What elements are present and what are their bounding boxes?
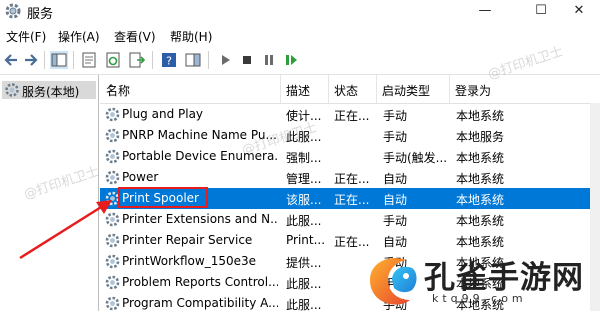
cell-name: Printer Repair Service xyxy=(122,233,253,247)
service-gear-icon xyxy=(105,296,120,311)
menu-help[interactable]: 帮助(H) xyxy=(170,28,212,45)
cell-name: Plug and Play xyxy=(122,107,204,121)
service-row[interactable]: Printer Extensions and N... 此服... 手动 本地系统 xyxy=(100,209,600,230)
cell-description: 管理... xyxy=(286,172,322,186)
service-gear-icon xyxy=(105,275,120,290)
cell-logon-as: 本地系统 xyxy=(456,109,505,123)
cell-startup-type: 自动 xyxy=(383,193,408,207)
cell-logon-as: 本地系统 xyxy=(456,214,505,228)
cell-logon-as: 本地系统 xyxy=(456,172,505,186)
svg-text:?: ? xyxy=(166,55,172,68)
cell-startup-type: 自动 xyxy=(383,172,408,186)
cell-startup-type: 手动 xyxy=(383,214,408,228)
pause-service-icon[interactable] xyxy=(260,51,278,69)
service-row[interactable]: Plug and Play 使计... 正在... 手动 本地系统 xyxy=(100,104,600,125)
toolbar-separator xyxy=(208,51,209,69)
cell-status: 正在... xyxy=(334,193,370,207)
column-header-startup-type[interactable]: 启动类型 xyxy=(376,75,450,103)
peacock-logo-icon xyxy=(370,258,417,305)
cell-description: 此服... xyxy=(286,298,322,312)
service-row[interactable]: Power 管理... 正在... 自动 本地系统 xyxy=(100,167,600,188)
column-header-status[interactable]: 状态 xyxy=(328,75,377,103)
cell-description: 该服... xyxy=(286,193,322,207)
cell-logon-as: 本地服务 xyxy=(456,130,505,144)
brand-name: 孔雀手游网 xyxy=(424,260,584,296)
cell-startup-type: 手动 xyxy=(383,130,408,144)
cell-logon-as: 本地系统 xyxy=(456,193,505,207)
cell-name: Program Compatibility A... xyxy=(122,296,278,310)
action-pane-icon[interactable] xyxy=(184,51,202,69)
help-icon[interactable]: ? xyxy=(160,51,178,69)
column-header-description[interactable]: 描述 xyxy=(280,75,329,103)
service-row[interactable]: PNRP Machine Name Pu... 此服... 手动 本地服务 xyxy=(100,125,600,146)
cell-description: Print... xyxy=(286,233,326,247)
cell-name: PrintWorkflow_150e3e xyxy=(122,254,257,268)
highlight-box xyxy=(118,187,208,208)
brand-url: ktq99.com xyxy=(432,292,527,305)
stop-service-icon[interactable] xyxy=(238,51,256,69)
cell-description: 提供... xyxy=(286,256,322,270)
minimize-button[interactable]: — xyxy=(462,0,508,24)
toolbar-separator xyxy=(152,51,153,69)
column-header-logon-as[interactable]: 登录为 xyxy=(449,75,511,103)
cell-status: 正在... xyxy=(334,172,370,186)
cell-name: Problem Reports Control... xyxy=(122,275,278,289)
cell-logon-as: 本地系统 xyxy=(456,151,505,165)
resume-service-icon[interactable] xyxy=(282,51,300,69)
start-service-icon[interactable] xyxy=(216,51,234,69)
cell-startup-type: 手动(触发... xyxy=(383,151,447,165)
cell-status: 正在... xyxy=(334,109,370,123)
annotation-arrow-icon xyxy=(19,200,112,260)
cell-description: 此服... xyxy=(286,214,322,228)
cell-name: Power xyxy=(122,170,159,184)
column-header-row: ⌃ 名称 描述 状态 启动类型 登录为 xyxy=(100,75,600,104)
brand-watermark: 孔雀手游网 ktq99.com xyxy=(352,248,600,311)
cell-name: Printer Extensions and N... xyxy=(122,212,278,226)
cell-startup-type: 手动 xyxy=(383,109,408,123)
service-row[interactable]: Portable Device Enumera... 强制... 手动(触发... 本… xyxy=(100,146,600,167)
export-list-icon[interactable] xyxy=(128,51,146,69)
cell-description: 此服... xyxy=(286,277,322,291)
cell-description: 强制... xyxy=(286,151,322,165)
close-button[interactable]: ✕ xyxy=(556,0,600,24)
